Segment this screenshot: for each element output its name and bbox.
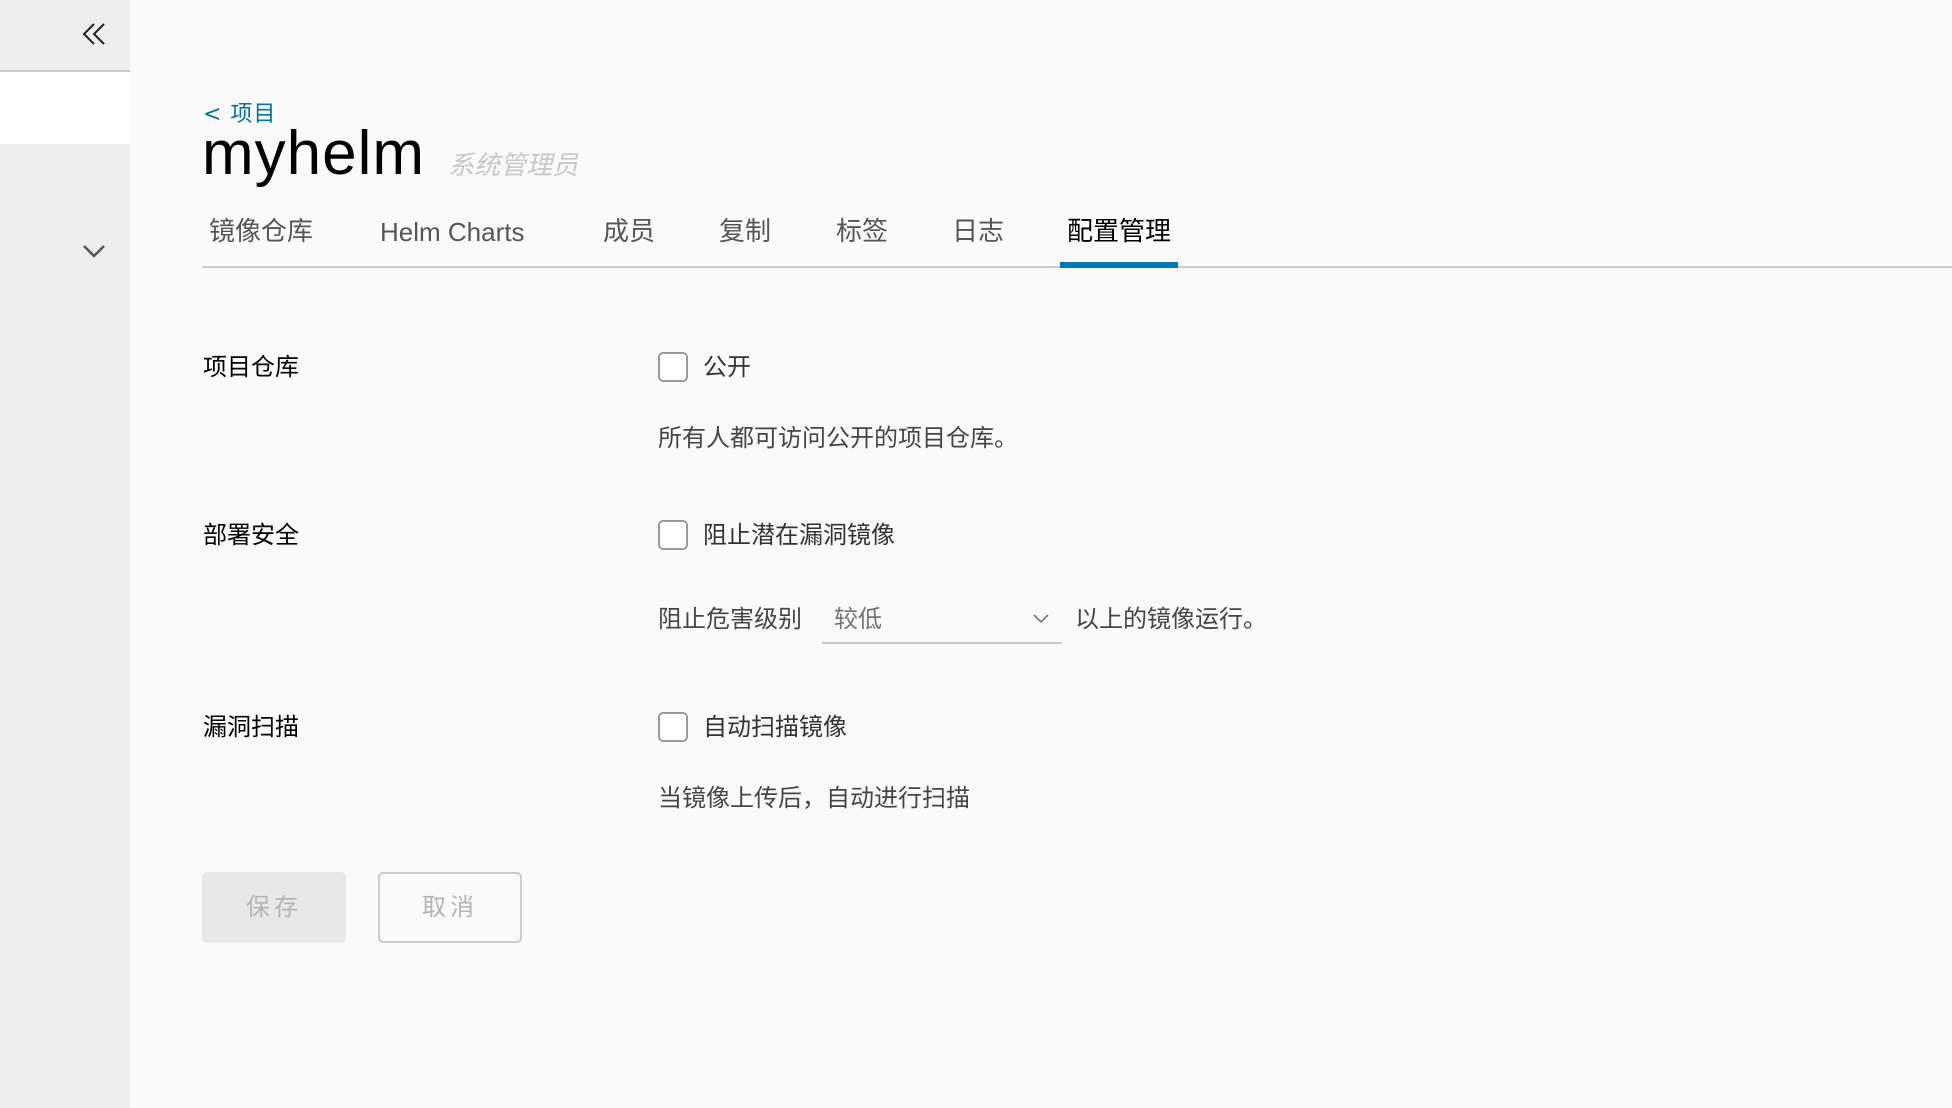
severity-suffix-text: 以上的镜像运行。: [1075, 605, 1267, 633]
severity-prefix-text: 阻止危害级别: [658, 605, 802, 633]
public-checkbox[interactable]: [658, 352, 688, 382]
main-content: < 项目 myhelm 系统管理员 镜像仓库 Helm Charts 成员 复制…: [130, 0, 1952, 1108]
tab-logs[interactable]: 日志: [945, 214, 1011, 266]
project-registry-label: 项目仓库: [203, 353, 299, 381]
auto-scan-description: 当镜像上传后，自动进行扫描: [658, 784, 970, 812]
tab-replication[interactable]: 复制: [712, 214, 778, 266]
sidebar: [0, 0, 130, 1108]
prevent-vulnerable-images-label[interactable]: 阻止潜在漏洞镜像: [703, 520, 895, 550]
tab-repositories[interactable]: 镜像仓库: [202, 214, 320, 266]
tab-helm-charts[interactable]: Helm Charts: [373, 214, 531, 266]
sidebar-expand-button[interactable]: [0, 220, 130, 280]
deployment-security-label: 部署安全: [203, 521, 299, 549]
tab-configuration[interactable]: 配置管理: [1060, 214, 1179, 268]
page-title-row: myhelm 系统管理员: [202, 118, 578, 189]
prevent-vulnerable-images-checkbox[interactable]: [658, 520, 688, 550]
tab-members[interactable]: 成员: [596, 214, 662, 266]
project-name: myhelm: [202, 119, 426, 188]
sidebar-collapse-button[interactable]: [0, 0, 130, 72]
chevron-down-icon: [1033, 614, 1049, 624]
auto-scan-checkbox[interactable]: [658, 712, 688, 742]
tab-bar: 镜像仓库 Helm Charts 成员 复制 标签 日志 配置管理: [202, 200, 1952, 268]
chevron-down-icon: [83, 245, 105, 258]
save-button[interactable]: 保存: [202, 872, 346, 943]
severity-select[interactable]: 较低: [822, 598, 1062, 644]
severity-select-value: 较低: [834, 605, 882, 633]
public-checkbox-label[interactable]: 公开: [703, 352, 751, 382]
auto-scan-checkbox-label[interactable]: 自动扫描镜像: [703, 712, 847, 742]
cancel-button[interactable]: 取消: [378, 872, 522, 943]
role-badge: 系统管理员: [448, 151, 579, 181]
tab-labels[interactable]: 标签: [829, 214, 895, 266]
sidebar-active-item[interactable]: [0, 72, 130, 144]
double-chevron-left-icon: [82, 23, 105, 45]
public-description: 所有人都可访问公开的项目仓库。: [658, 424, 1018, 452]
vulnerability-scan-label: 漏洞扫描: [203, 713, 299, 741]
